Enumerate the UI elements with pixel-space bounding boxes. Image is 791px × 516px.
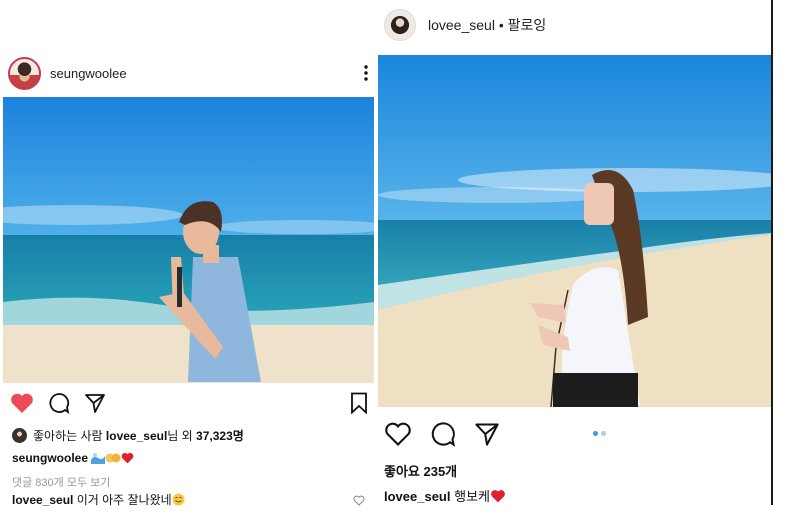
right-action-bar bbox=[384, 420, 764, 448]
post-photo[interactable] bbox=[378, 55, 771, 407]
share-icon[interactable] bbox=[84, 392, 106, 414]
liker-name[interactable]: lovee_seul bbox=[106, 429, 167, 443]
left-caption: seungwoolee bbox=[12, 451, 134, 467]
comment-row: lovee_seul 이거 아주 잘나왔네 bbox=[12, 491, 185, 509]
caption-text: 행보케 bbox=[450, 489, 490, 504]
heart-icon[interactable] bbox=[10, 392, 34, 414]
share-icon[interactable] bbox=[474, 421, 500, 447]
liker-avatar[interactable] bbox=[12, 428, 27, 443]
avatar[interactable] bbox=[384, 9, 416, 41]
red-heart-emoji-icon bbox=[490, 489, 506, 506]
likes-suffix: 님 외 bbox=[167, 429, 197, 443]
caption-username[interactable]: seungwoolee bbox=[12, 451, 88, 465]
likes-count[interactable]: 좋아요 235개 bbox=[384, 461, 457, 480]
right-post-header: lovee_seul • 팔로잉 bbox=[384, 8, 764, 42]
bookmark-icon[interactable] bbox=[350, 392, 368, 414]
left-post-header: seungwoolee bbox=[8, 56, 370, 90]
red-heart-emoji-icon bbox=[121, 452, 134, 467]
likes-count[interactable]: 37,323명 bbox=[196, 429, 244, 443]
username[interactable]: seungwoolee bbox=[50, 66, 127, 81]
post-photo[interactable] bbox=[3, 97, 374, 383]
avatar[interactable] bbox=[8, 56, 41, 90]
comment-like-heart-icon[interactable] bbox=[353, 493, 365, 511]
heart-icon[interactable] bbox=[384, 421, 412, 447]
wave-emoji-icon bbox=[91, 452, 106, 467]
comment-icon[interactable] bbox=[48, 392, 70, 414]
comment-text: 이거 아주 잘나왔네 bbox=[73, 493, 172, 507]
caption-username[interactable]: lovee_seul bbox=[384, 489, 451, 504]
follow-status[interactable]: • 팔로잉 bbox=[499, 17, 546, 33]
likes-line: 좋아하는 사람 lovee_seul님 외 37,323명 bbox=[12, 427, 244, 444]
username-text[interactable]: lovee_seul bbox=[428, 17, 495, 33]
likes-prefix: 좋아하는 사람 bbox=[33, 429, 106, 443]
divider bbox=[771, 0, 773, 505]
comment-icon[interactable] bbox=[430, 421, 456, 447]
left-post: seungwoolee bbox=[0, 50, 377, 516]
smile-emoji-icon bbox=[172, 493, 185, 509]
left-action-bar bbox=[10, 390, 368, 416]
carousel-dots bbox=[593, 431, 606, 436]
beach-photo bbox=[3, 97, 374, 383]
view-all-comments-link[interactable]: 댓글 830개 모두 보기 bbox=[12, 474, 110, 490]
couple-emoji-icon bbox=[105, 452, 121, 467]
right-post: lovee_seul • 팔로잉 좋아요 235개 lovee_seul 행보케 bbox=[378, 0, 771, 516]
beach-photo bbox=[378, 55, 771, 407]
username: lovee_seul • 팔로잉 bbox=[428, 15, 546, 35]
carousel-dot[interactable] bbox=[601, 431, 606, 436]
more-options-icon[interactable] bbox=[362, 65, 370, 81]
right-caption: lovee_seul 행보케 bbox=[384, 486, 506, 506]
comment-username[interactable]: lovee_seul bbox=[12, 493, 73, 507]
carousel-dot-active[interactable] bbox=[593, 431, 598, 436]
